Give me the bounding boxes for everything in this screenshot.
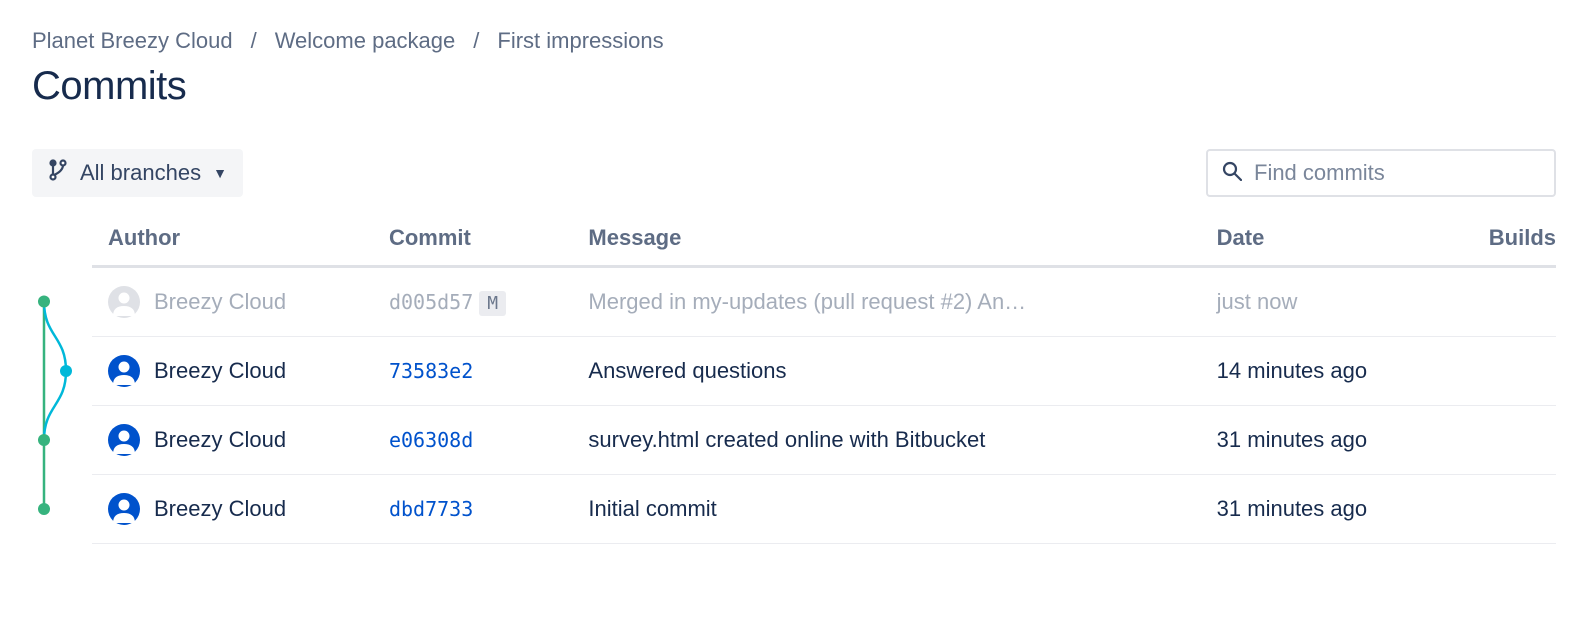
page-title: Commits — [32, 64, 1556, 109]
col-author: Author — [92, 225, 373, 267]
branch-select-label: All branches — [80, 160, 201, 186]
toolbar: All branches ▼ — [32, 149, 1556, 197]
search-input[interactable] — [1252, 159, 1544, 187]
table-row: Breezy Cloud 73583e2 Answered questions14 … — [92, 337, 1556, 406]
avatar — [108, 424, 140, 456]
commit-message[interactable]: survey.html created online with Bitbucke… — [572, 406, 1200, 475]
branch-select[interactable]: All branches ▼ — [32, 149, 243, 197]
breadcrumb: Planet Breezy Cloud / Welcome package / … — [32, 28, 1556, 54]
commit-date: 14 minutes ago — [1201, 337, 1445, 406]
commits-table: Author Commit Message Date Builds Breezy… — [92, 225, 1556, 544]
chevron-down-icon: ▼ — [213, 165, 227, 181]
commit-message[interactable]: Answered questions — [572, 337, 1200, 406]
commit-hash-link[interactable]: e06308d — [389, 428, 473, 452]
breadcrumb-sep: / — [251, 28, 257, 54]
avatar — [108, 493, 140, 525]
table-row: Breezy Cloud d005d57M Merged in my-updates… — [92, 267, 1556, 337]
commit-date: 31 minutes ago — [1201, 475, 1445, 544]
branch-icon — [48, 159, 68, 187]
search-icon — [1222, 161, 1242, 186]
col-message: Message — [572, 225, 1200, 267]
breadcrumb-link[interactable]: Welcome package — [275, 28, 456, 54]
table-row: Breezy Cloud e06308d survey.html created o… — [92, 406, 1556, 475]
col-commit: Commit — [373, 225, 572, 267]
commit-message[interactable]: Merged in my-updates (pull request #2) A… — [572, 267, 1200, 337]
avatar — [108, 355, 140, 387]
avatar — [108, 286, 140, 318]
author-name: Breezy Cloud — [154, 358, 286, 384]
commit-builds — [1445, 267, 1556, 337]
search-commits[interactable] — [1206, 149, 1556, 197]
col-builds: Builds — [1445, 225, 1556, 267]
commit-date: just now — [1201, 267, 1445, 337]
commit-hash-link[interactable]: 73583e2 — [389, 359, 473, 383]
author-name: Breezy Cloud — [154, 427, 286, 453]
commit-message[interactable]: Initial commit — [572, 475, 1200, 544]
breadcrumb-sep: / — [473, 28, 479, 54]
breadcrumb-link[interactable]: Planet Breezy Cloud — [32, 28, 233, 54]
commit-date: 31 minutes ago — [1201, 406, 1445, 475]
author-name: Breezy Cloud — [154, 289, 286, 315]
breadcrumb-link[interactable]: First impressions — [497, 28, 663, 54]
merge-badge: M — [479, 291, 506, 316]
table-row: Breezy Cloud dbd7733 Initial commit31 minu… — [92, 475, 1556, 544]
author-name: Breezy Cloud — [154, 496, 286, 522]
col-date: Date — [1201, 225, 1445, 267]
commit-hash-link[interactable]: d005d57 — [389, 290, 473, 314]
commit-builds — [1445, 406, 1556, 475]
commit-builds — [1445, 337, 1556, 406]
commit-builds — [1445, 475, 1556, 544]
commit-hash-link[interactable]: dbd7733 — [389, 497, 473, 521]
